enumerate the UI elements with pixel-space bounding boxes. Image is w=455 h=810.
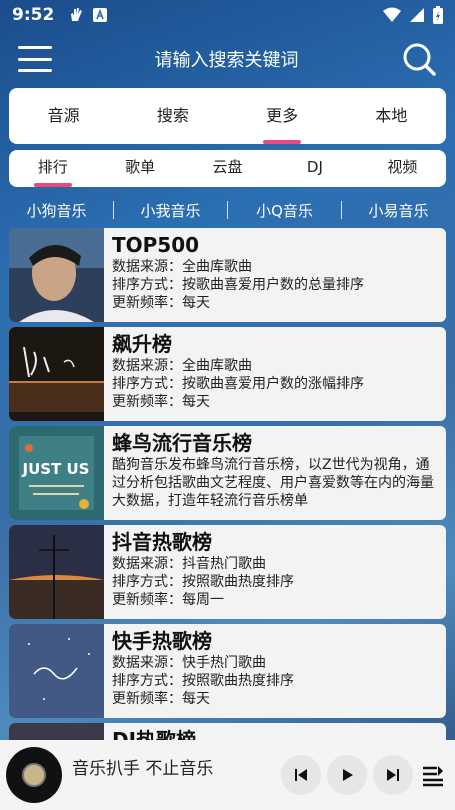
tab-ranking[interactable]: 排行 (9, 150, 96, 187)
next-icon (387, 769, 399, 781)
now-playing: 音乐扒手 不止音乐 (72, 759, 214, 779)
chart-card-kuaishou[interactable]: 快手热歌榜 数据来源：快手热门歌曲 排序方式：按照歌曲热度排序 更新频率：每天 (9, 624, 446, 718)
source-xiaogou[interactable]: 小狗音乐 (0, 200, 113, 221)
source-xiaoq[interactable]: 小Q音乐 (228, 200, 341, 221)
chart-info-line: 更新频率：每天 (112, 691, 210, 707)
chart-info-line: 数据来源：快手热门歌曲 (112, 655, 266, 671)
chart-title: 快手热歌榜 (112, 629, 212, 653)
menu-icon[interactable] (18, 46, 52, 72)
search-icon[interactable] (401, 41, 437, 77)
chart-info-line: 更新频率：每周一 (112, 592, 224, 608)
playlist-button[interactable] (417, 755, 449, 795)
sub-tabs: 排行 歌单 云盘 DJ 视频 (9, 150, 446, 187)
chart-info-line: 排序方式：按照歌曲热度排序 (112, 574, 294, 590)
chart-info-line: 数据来源：抖音热门歌曲 (112, 556, 266, 572)
wifi-icon (383, 7, 401, 22)
hand-icon (71, 8, 83, 21)
playlist-icon (423, 766, 443, 787)
chart-info-line: 排序方式：按歌曲喜爱用户数的涨幅排序 (112, 376, 364, 392)
chart-title: TOP500 (112, 233, 200, 257)
chart-title: DJ热歌榜 (112, 728, 197, 740)
cover-image (9, 228, 104, 322)
search-input[interactable]: 请输入搜索关键词 (52, 46, 401, 72)
source-xiaowo[interactable]: 小我音乐 (114, 200, 227, 221)
cover-image (9, 327, 104, 421)
app-a-icon (93, 8, 108, 22)
cover-image (9, 723, 104, 740)
chart-card-soaring[interactable]: 飙升榜 数据来源：全曲库歌曲 排序方式：按歌曲喜爱用户数的涨幅排序 更新频率：每… (9, 327, 446, 421)
play-icon (343, 769, 353, 781)
cover-image (9, 624, 104, 718)
chart-card-douyin[interactable]: 抖音热歌榜 数据来源：抖音热门歌曲 排序方式：按照歌曲热度排序 更新频率：每周一 (9, 525, 446, 619)
play-button[interactable] (327, 755, 367, 795)
top-bar: 请输入搜索关键词 (0, 30, 455, 88)
tab-cloud[interactable]: 云盘 (184, 150, 271, 187)
status-time: 9:52 (12, 5, 55, 25)
next-button[interactable] (373, 755, 413, 795)
chart-card-dj[interactable]: DJ热歌榜 (9, 723, 446, 740)
cover-image (9, 525, 104, 619)
main-tabs: 音源 搜索 更多 本地 (9, 88, 446, 144)
player-bar: 音乐扒手 不止音乐 (0, 740, 455, 810)
prev-button[interactable] (281, 755, 321, 795)
tab-video[interactable]: 视频 (359, 150, 446, 187)
cover-image: JUST US (9, 426, 104, 520)
chart-title: 抖音热歌榜 (112, 530, 212, 554)
chart-info-line: 数据来源：全曲库歌曲 (112, 358, 252, 374)
chart-title: 飙升榜 (112, 332, 172, 356)
chart-info-line: 排序方式：按歌曲喜爱用户数的总量排序 (112, 277, 364, 293)
signal-icon (410, 8, 424, 22)
tab-playlist[interactable]: 歌单 (96, 150, 183, 187)
chart-info-line: 排序方式：按照歌曲热度排序 (112, 673, 294, 689)
source-selector: 小狗音乐 小我音乐 小Q音乐 小易音乐 (0, 196, 455, 224)
album-disc-icon[interactable] (6, 747, 62, 803)
svg-text:JUST US: JUST US (21, 460, 89, 478)
tab-local[interactable]: 本地 (337, 88, 446, 144)
prev-icon (295, 769, 307, 781)
status-bar: 9:52 (0, 0, 455, 30)
chart-list: TOP500 数据来源：全曲库歌曲 排序方式：按歌曲喜爱用户数的总量排序 更新频… (9, 228, 446, 740)
chart-info-line: 更新频率：每天 (112, 394, 210, 410)
chart-card-top500[interactable]: TOP500 数据来源：全曲库歌曲 排序方式：按歌曲喜爱用户数的总量排序 更新频… (9, 228, 446, 322)
source-xiaoyi[interactable]: 小易音乐 (342, 200, 455, 221)
chart-info-line: 更新频率：每天 (112, 295, 210, 311)
tab-source[interactable]: 音源 (9, 88, 118, 144)
chart-info-line: 数据来源：全曲库歌曲 (112, 259, 252, 275)
tab-more[interactable]: 更多 (228, 88, 337, 144)
tab-search[interactable]: 搜索 (118, 88, 227, 144)
chart-card-hummingbird[interactable]: JUST US 蜂鸟流行音乐榜 酷狗音乐发布蜂鸟流行音乐榜，以Z世代为视角，通过… (9, 426, 446, 520)
chart-description: 酷狗音乐发布蜂鸟流行音乐榜，以Z世代为视角，通过分析包括歌曲文艺程度、用户喜爱数… (112, 457, 434, 509)
chart-title: 蜂鸟流行音乐榜 (112, 431, 252, 455)
battery-icon (433, 6, 443, 24)
tab-dj[interactable]: DJ (271, 150, 358, 187)
